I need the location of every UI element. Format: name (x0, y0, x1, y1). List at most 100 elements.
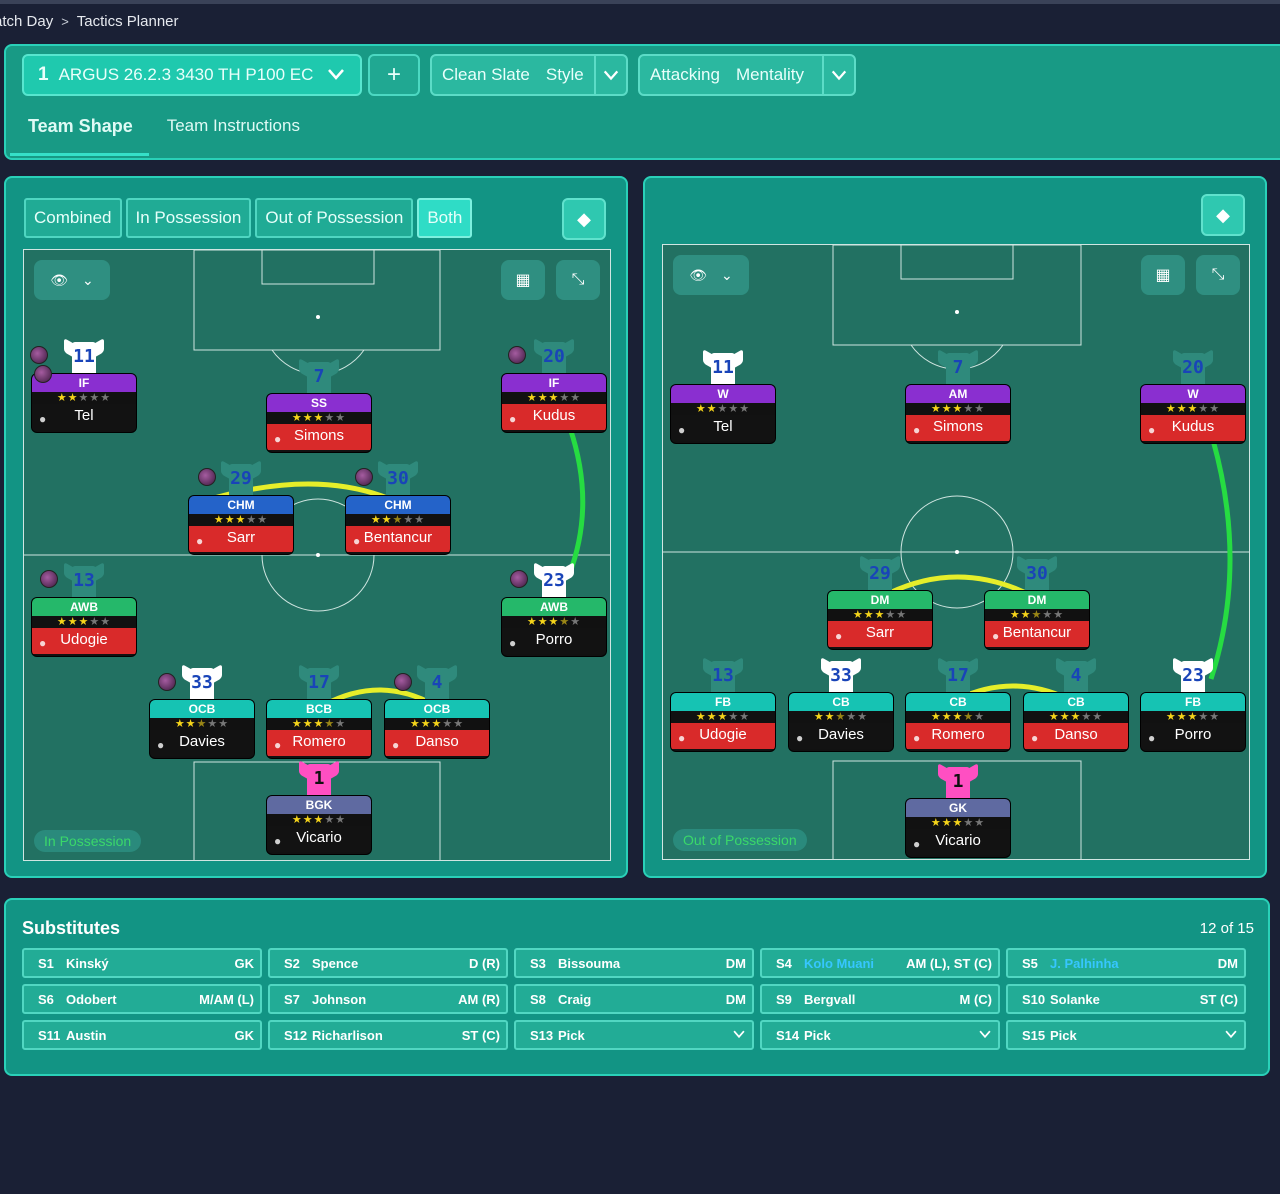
chevron-down-icon[interactable] (594, 56, 626, 94)
player-card-bentancur[interactable]: CHM ★★★★★ ● Bentancur (346, 496, 450, 554)
substitute-slot[interactable]: S4 Kolo Muani AM (L), ST (C) (760, 948, 1000, 978)
player-card-sarr[interactable]: DM ★★★★★ ● Sarr (828, 591, 932, 649)
player-card-kudus[interactable]: W ★★★★★ ● Kudus (1141, 385, 1245, 443)
substitute-name: Kolo Muani (804, 955, 875, 971)
player-rating-stars: ★★★★★ (189, 514, 293, 526)
player-card-porro[interactable]: FB ★★★★★ ● Porro (1141, 693, 1245, 751)
breadcrumb-match-day[interactable]: atch Day (0, 13, 53, 30)
substitute-slot[interactable]: S6 Odobert M/AM (L) (22, 984, 262, 1014)
player-name: Vicario (935, 832, 981, 849)
slot-number: S7 (284, 991, 300, 1007)
substitute-slot[interactable]: S8 Craig DM (514, 984, 754, 1014)
segment-out-of-possession[interactable]: Out of Possession (255, 198, 414, 238)
shirt-number: 4 (431, 672, 443, 693)
expand-icon[interactable]: ⤡ (1196, 255, 1240, 295)
player-card-tel[interactable]: W ★★★★★ ● Tel (671, 385, 775, 443)
player-card-udogie[interactable]: FB ★★★★★ ● Udogie (671, 693, 775, 751)
player-card-udogie[interactable]: AWB ★★★★★ ● Udogie (32, 598, 136, 656)
player-card-danso[interactable]: CB ★★★★★ ● Danso (1024, 693, 1128, 751)
substitute-slot[interactable]: S11 Austin GK (22, 1020, 262, 1050)
player-card-simons[interactable]: AM ★★★★★ ● Simons (906, 385, 1010, 443)
player-card-danso[interactable]: OCB ★★★★★ ● Danso (385, 700, 489, 758)
substitute-slot[interactable]: S2 Spence D (R) (268, 948, 508, 978)
mentality-label: Mentality (735, 65, 804, 84)
substitute-name: Johnson (312, 991, 367, 1007)
style-dropdown[interactable]: Clean Slate Style (430, 54, 628, 96)
shirt-number: 13 (73, 570, 95, 591)
player-card-kudus[interactable]: IF ★★★★★ ● Kudus (502, 374, 606, 432)
player-card-tel[interactable]: IF ★★★★★ ● Tel (32, 374, 136, 432)
chevron-down-icon[interactable] (822, 56, 854, 94)
player-name-row: ● Kudus (502, 404, 606, 430)
player-rating-stars: ★★★★★ (671, 403, 775, 415)
substitute-pick-dropdown[interactable]: S15 Pick (1006, 1020, 1246, 1050)
tab-team-shape[interactable]: Team Shape (10, 104, 149, 156)
tactic-number: 1 (38, 64, 49, 85)
player-name: Kudus (532, 407, 576, 424)
diamond-icon[interactable]: ◆ (1201, 194, 1245, 236)
player-card-davies[interactable]: OCB ★★★★★ ● Davies (150, 700, 254, 758)
player-card-porro[interactable]: AWB ★★★★★ ● Porro (502, 598, 606, 656)
substitute-position: AM (L), ST (C) (906, 955, 992, 971)
grid-icon[interactable]: ▦ (501, 260, 545, 300)
person-icon: ● (274, 834, 282, 848)
add-tactic-button[interactable]: + (368, 54, 420, 96)
player-role: CHM (189, 496, 293, 514)
diamond-icon[interactable]: ◆ (562, 198, 606, 240)
segment-both[interactable]: Both (417, 198, 473, 238)
visibility-toggle[interactable]: 👁 ⌄ (34, 260, 110, 300)
player-card-bentancur[interactable]: DM ★★★★★ ● Bentancur (985, 591, 1089, 649)
player-card-simons[interactable]: SS ★★★★★ ● Simons (267, 394, 371, 452)
player-card-romero[interactable]: CB ★★★★★ ● Romero (906, 693, 1010, 751)
substitute-position: D (R) (468, 955, 500, 971)
mentality-dropdown[interactable]: Attacking Mentality (638, 54, 856, 96)
segment-in-possession[interactable]: In Possession (125, 198, 252, 238)
segment-combined[interactable]: Combined (24, 198, 122, 238)
player-rating-stars: ★★★★★ (906, 403, 1010, 415)
substitute-slot[interactable]: S7 Johnson AM (R) (268, 984, 508, 1014)
player-rating-stars: ★★★★★ (150, 718, 254, 730)
substitute-slot[interactable]: S12 Richarlison ST (C) (268, 1020, 508, 1050)
substitute-slot[interactable]: S3 Bissouma DM (514, 948, 754, 978)
tactic-selector[interactable]: 1 ARGUS 26.2.3 3430 TH P100 EC (22, 54, 362, 96)
in-possession-panel: Combined In Possession Out of Possession… (4, 176, 628, 878)
substitute-position: GK (234, 955, 255, 971)
slot-number: S14 (776, 1027, 800, 1043)
shirt-number: 1 (313, 768, 325, 789)
tab-team-instructions[interactable]: Team Instructions (149, 104, 316, 156)
substitute-pick-dropdown[interactable]: S14 Pick (760, 1020, 1000, 1050)
grid-icon[interactable]: ▦ (1141, 255, 1185, 295)
player-card-sarr[interactable]: CHM ★★★★★ ● Sarr (189, 496, 293, 554)
substitute-position: M (C) (959, 991, 993, 1007)
slot-number: S12 (284, 1027, 308, 1043)
player-role: AWB (502, 598, 606, 616)
expand-icon[interactable]: ⤡ (556, 260, 600, 300)
shirt-icon: 17 (299, 663, 339, 704)
substitute-pick-dropdown[interactable]: S13 Pick (514, 1020, 754, 1050)
substitute-slot[interactable]: S9 Bergvall M (C) (760, 984, 1000, 1014)
player-rating-stars: ★★★★★ (502, 616, 606, 628)
player-card-romero[interactable]: BCB ★★★★★ ● Romero (267, 700, 371, 758)
player-card-vicario[interactable]: BGK ★★★★★ ● Vicario (267, 796, 371, 854)
shirt-number: 7 (313, 366, 325, 387)
pitch-label: Out of Possession (673, 829, 807, 851)
player-role: CB (906, 693, 1010, 711)
player-name: Porro (1174, 726, 1212, 743)
shirt-icon: 30 (1017, 554, 1057, 595)
visibility-toggle[interactable]: 👁 ⌄ (673, 255, 749, 295)
person-icon: ● (913, 731, 921, 745)
player-card-davies[interactable]: CB ★★★★★ ● Davies (789, 693, 893, 751)
player-card-vicario[interactable]: GK ★★★★★ ● Vicario (906, 799, 1010, 857)
slot-number: S8 (530, 991, 546, 1007)
substitute-slot[interactable]: S10 Solanke ST (C) (1006, 984, 1246, 1014)
shirt-icon: 23 (534, 561, 574, 602)
player-name-row: ● Simons (906, 415, 1010, 441)
substitute-slot[interactable]: S5 J. Palhinha DM (1006, 948, 1246, 978)
player-rating-stars: ★★★★★ (267, 718, 371, 730)
player-name-row: ● Vicario (267, 826, 371, 852)
shirt-number: 33 (830, 665, 852, 686)
shirt-icon: 1 (938, 762, 978, 803)
substitute-slot[interactable]: S1 Kinský GK (22, 948, 262, 978)
breadcrumb-tactics-planner[interactable]: Tactics Planner (77, 13, 179, 30)
slot-number: S1 (38, 955, 54, 971)
